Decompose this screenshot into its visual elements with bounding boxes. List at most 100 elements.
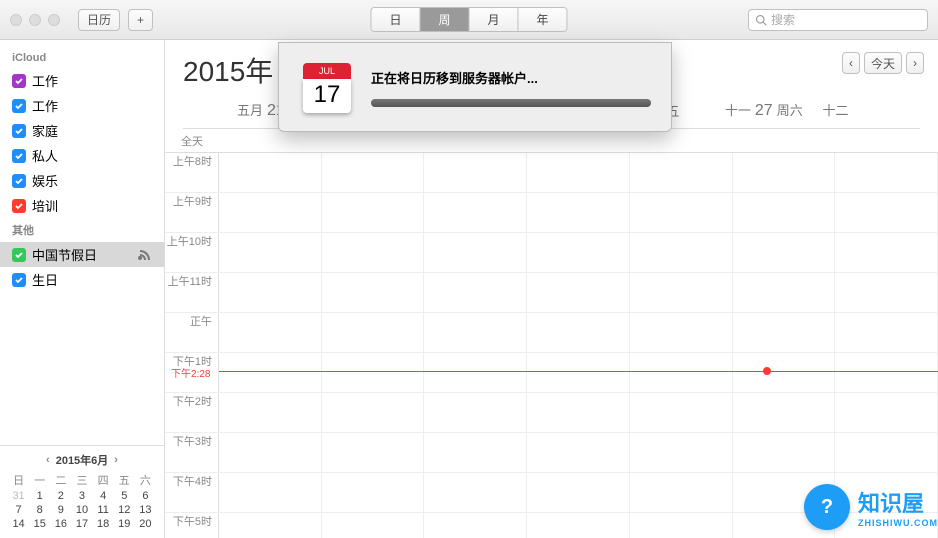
hour-cell[interactable] — [835, 353, 938, 392]
view-year[interactable]: 年 — [519, 8, 567, 31]
mini-day[interactable]: 11 — [93, 504, 114, 516]
hour-cell[interactable] — [733, 153, 836, 192]
hour-cell[interactable] — [219, 473, 322, 512]
prev-week-button[interactable]: ‹ — [842, 52, 860, 74]
calendar-item[interactable]: 培训 — [0, 193, 164, 218]
hour-cell[interactable] — [322, 353, 425, 392]
hour-cell[interactable] — [424, 193, 527, 232]
mini-day[interactable]: 8 — [29, 504, 50, 516]
calendar-item[interactable]: 家庭 — [0, 118, 164, 143]
mini-day[interactable]: 18 — [93, 518, 114, 530]
hour-cell[interactable] — [835, 193, 938, 232]
hour-cell[interactable] — [424, 353, 527, 392]
calendar-item[interactable]: 私人 — [0, 143, 164, 168]
calendar-item[interactable]: 工作 — [0, 68, 164, 93]
hour-cell[interactable] — [219, 433, 322, 472]
hour-cell[interactable] — [630, 353, 733, 392]
hour-cell[interactable] — [630, 473, 733, 512]
view-week[interactable]: 周 — [420, 8, 469, 31]
mini-day[interactable]: 12 — [114, 504, 135, 516]
hour-cell[interactable] — [527, 473, 630, 512]
mini-day[interactable]: 17 — [71, 518, 92, 530]
calendar-checkbox[interactable] — [12, 199, 26, 213]
hour-cell[interactable] — [527, 153, 630, 192]
mini-day[interactable]: 3 — [71, 490, 92, 502]
hour-cell[interactable] — [527, 313, 630, 352]
hour-cell[interactable] — [527, 273, 630, 312]
add-button[interactable]: + — [128, 9, 153, 31]
calendars-button[interactable]: 日历 — [78, 9, 120, 31]
calendar-checkbox[interactable] — [12, 149, 26, 163]
hour-cell[interactable] — [219, 153, 322, 192]
hour-cell[interactable] — [424, 433, 527, 472]
hour-cell[interactable] — [630, 273, 733, 312]
hour-cell[interactable] — [322, 513, 425, 538]
hour-cell[interactable] — [835, 153, 938, 192]
mini-day[interactable]: 15 — [29, 518, 50, 530]
hour-cell[interactable] — [322, 153, 425, 192]
hour-cell[interactable] — [527, 353, 630, 392]
hour-cell[interactable] — [322, 193, 425, 232]
hour-cell[interactable] — [424, 473, 527, 512]
mini-day[interactable]: 7 — [8, 504, 29, 516]
hour-cell[interactable] — [527, 433, 630, 472]
hour-cell[interactable] — [630, 433, 733, 472]
hour-cell[interactable] — [322, 433, 425, 472]
mini-day[interactable]: 14 — [8, 518, 29, 530]
hour-cell[interactable] — [733, 193, 836, 232]
hour-cell[interactable] — [733, 313, 836, 352]
hour-cell[interactable] — [219, 193, 322, 232]
max-dot[interactable] — [48, 14, 60, 26]
calendar-item[interactable]: 娱乐 — [0, 168, 164, 193]
hour-cell[interactable] — [527, 193, 630, 232]
calendar-checkbox[interactable] — [12, 248, 26, 262]
hour-cell[interactable] — [733, 353, 836, 392]
hour-cell[interactable] — [835, 393, 938, 432]
calendar-checkbox[interactable] — [12, 74, 26, 88]
hour-cell[interactable] — [322, 273, 425, 312]
mini-day[interactable]: 4 — [93, 490, 114, 502]
day-header[interactable]: 十二 — [822, 100, 920, 122]
mini-day[interactable]: 20 — [135, 518, 156, 530]
mini-day[interactable]: 13 — [135, 504, 156, 516]
mini-day[interactable]: 19 — [114, 518, 135, 530]
mini-prev[interactable]: ‹ — [46, 454, 50, 466]
calendar-item[interactable]: 中国节假日 — [0, 242, 164, 267]
hour-cell[interactable] — [424, 153, 527, 192]
hour-cell[interactable] — [219, 313, 322, 352]
hour-cell[interactable] — [733, 393, 836, 432]
today-button[interactable]: 今天 — [864, 52, 902, 74]
calendar-checkbox[interactable] — [12, 273, 26, 287]
mini-day[interactable]: 1 — [29, 490, 50, 502]
hour-cell[interactable] — [630, 313, 733, 352]
close-dot[interactable] — [10, 14, 22, 26]
hour-cell[interactable] — [630, 393, 733, 432]
hour-cell[interactable] — [424, 273, 527, 312]
mini-day[interactable]: 2 — [50, 490, 71, 502]
hour-cell[interactable] — [733, 273, 836, 312]
mini-day[interactable]: 5 — [114, 490, 135, 502]
hour-cell[interactable] — [219, 513, 322, 538]
hour-cell[interactable] — [322, 313, 425, 352]
hour-cell[interactable] — [630, 513, 733, 538]
view-month[interactable]: 月 — [470, 8, 519, 31]
hour-cell[interactable] — [835, 433, 938, 472]
min-dot[interactable] — [29, 14, 41, 26]
mini-next[interactable]: › — [114, 454, 118, 466]
hour-cell[interactable] — [630, 233, 733, 272]
hour-cell[interactable] — [322, 393, 425, 432]
calendar-item[interactable]: 生日 — [0, 267, 164, 292]
hour-cell[interactable] — [322, 233, 425, 272]
hour-cell[interactable] — [733, 433, 836, 472]
mini-day[interactable]: 31 — [8, 490, 29, 502]
search-input[interactable]: 搜索 — [748, 9, 928, 31]
hour-cell[interactable] — [219, 353, 322, 392]
hour-cell[interactable] — [219, 393, 322, 432]
hour-cell[interactable] — [424, 393, 527, 432]
mini-day[interactable]: 6 — [135, 490, 156, 502]
mini-day[interactable]: 16 — [50, 518, 71, 530]
calendar-item[interactable]: 工作 — [0, 93, 164, 118]
hour-cell[interactable] — [733, 233, 836, 272]
hour-cell[interactable] — [527, 233, 630, 272]
hour-cell[interactable] — [424, 233, 527, 272]
